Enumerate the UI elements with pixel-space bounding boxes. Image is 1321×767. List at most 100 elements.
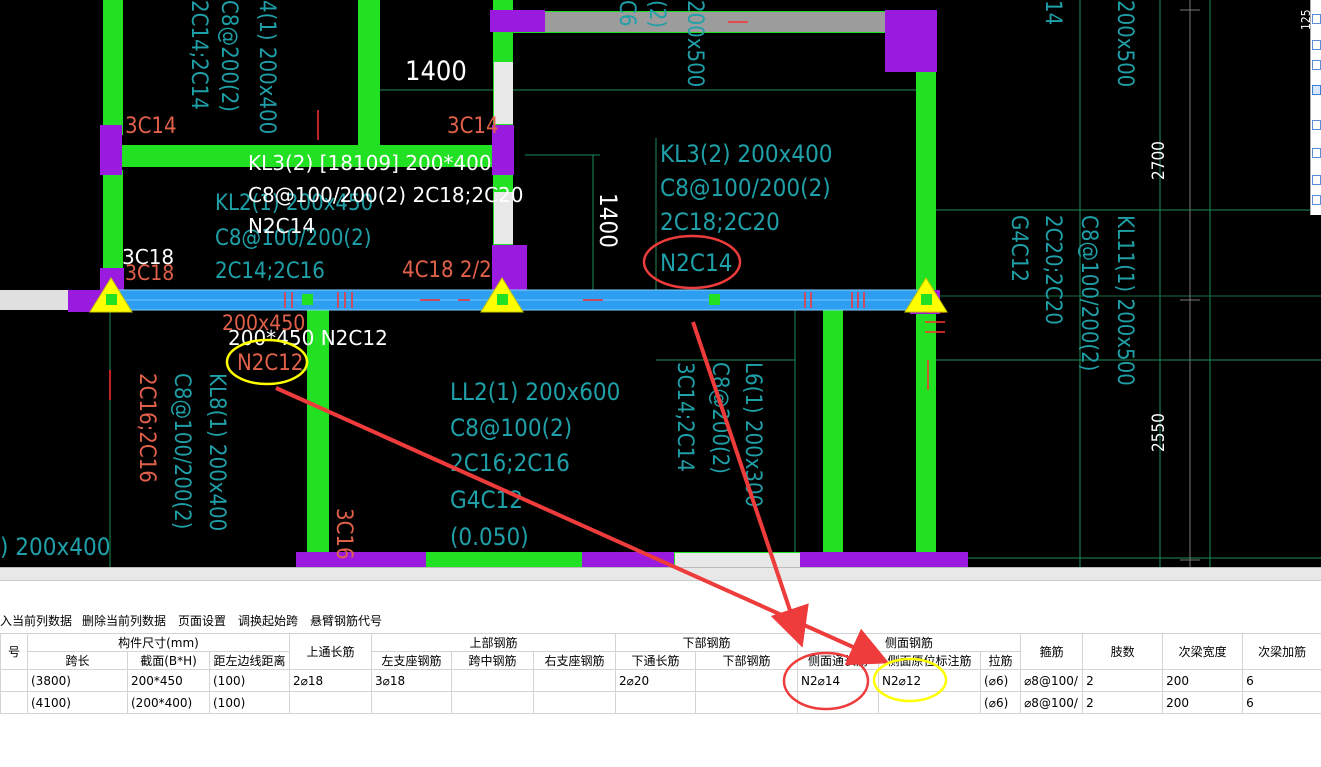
ll2-line2: C8@100(2) bbox=[450, 414, 572, 442]
cell-stirrup[interactable]: ⌀8@100/ bbox=[1020, 691, 1084, 714]
header-num: 号 bbox=[0, 633, 28, 670]
l6-line1: 3C14;2C14 bbox=[672, 362, 697, 472]
label-top-e: C6 bbox=[614, 0, 639, 26]
cell-left-seat[interactable]: 3⌀18 bbox=[371, 669, 452, 692]
cell-sec-add[interactable]: 6 bbox=[1242, 669, 1321, 692]
kl3-right-line3: 2C18;2C20 bbox=[660, 208, 780, 236]
selected-beam-label-1: KL3(2) [18109] 200*400 bbox=[248, 151, 492, 175]
cell-side-through[interactable] bbox=[797, 691, 880, 714]
kl11-line3: C8@100/200(2) bbox=[1076, 215, 1101, 371]
kl3-right-line1: KL3(2) 200x400 bbox=[660, 140, 833, 168]
panel-icon[interactable] bbox=[1312, 148, 1321, 158]
cell-top-through[interactable] bbox=[289, 691, 372, 714]
cell-right-seat[interactable] bbox=[532, 669, 617, 692]
panel-icon[interactable] bbox=[1312, 85, 1321, 95]
label-3c18-white: 3C18 bbox=[122, 245, 174, 269]
beam-200x450-label: 200*450 N2C12 bbox=[228, 326, 388, 350]
label-top-i: 14 bbox=[1040, 0, 1065, 25]
header-side: 侧面钢筋 bbox=[797, 633, 1022, 652]
header-tie: 拉筋 bbox=[980, 651, 1022, 670]
cell-bottom-bar[interactable] bbox=[695, 691, 799, 714]
cell-span[interactable]: (3800) bbox=[27, 669, 128, 692]
header-bottom-through: 下通长筋 bbox=[615, 651, 697, 670]
cell-top-through[interactable]: 2⌀18 bbox=[289, 669, 372, 692]
cell-stirrup[interactable]: ⌀8@100/ bbox=[1020, 669, 1084, 692]
panel-splitter[interactable] bbox=[0, 567, 1321, 581]
table-toolbar: 入当前列数据 删除当前列数据 页面设置 调换起始跨 悬臂钢筋代号 bbox=[0, 608, 1321, 632]
cad-drawing-canvas[interactable]: 1400 1400 2700 2550 125 3C14 3C14 3C18 4… bbox=[0, 0, 1321, 567]
cell-mid-span[interactable] bbox=[451, 691, 534, 714]
panel-icon[interactable] bbox=[1312, 40, 1321, 50]
cell-bottom-bar[interactable] bbox=[695, 669, 799, 692]
kl8-line1: C8@100/200(2) bbox=[169, 373, 194, 529]
header-section: 截面(B*H) bbox=[127, 651, 210, 670]
header-offset: 距左边线距离 bbox=[209, 651, 290, 670]
label-3c14-left: 3C14 bbox=[125, 114, 177, 139]
dim-1400-top: 1400 bbox=[405, 56, 467, 87]
table-row[interactable]: (4100) (200*400) (100) (⌀6) ⌀8@100/ 2 20… bbox=[0, 691, 1321, 714]
header-bottom-bar: 下部钢筋 bbox=[695, 651, 799, 670]
delete-column-button[interactable]: 删除当前列数据 bbox=[82, 612, 166, 629]
panel-icon[interactable] bbox=[1312, 60, 1321, 70]
header-upper: 上部钢筋 bbox=[370, 633, 617, 652]
dim-2700: 2700 bbox=[1149, 141, 1169, 180]
bottom-left-label: ) 200x400 bbox=[0, 533, 110, 561]
kl3-right-line2: C8@100/200(2) bbox=[660, 174, 831, 202]
selected-beam-label-3: N2C14 bbox=[248, 214, 315, 238]
ll2-line1: LL2(1) 200x600 bbox=[450, 378, 620, 406]
cell-tie[interactable]: (⌀6) bbox=[980, 669, 1022, 692]
header-sec-width: 次梁宽度 bbox=[1162, 633, 1244, 670]
cell-tie[interactable]: (⌀6) bbox=[980, 691, 1022, 714]
label-top-g: 200x500 bbox=[682, 0, 707, 87]
cell-bottom-through[interactable]: 2⌀20 bbox=[615, 669, 697, 692]
l6-line3: L6(1) 200x300 bbox=[740, 362, 765, 507]
header-side-through: 侧面通长筋 bbox=[797, 651, 880, 670]
panel-icon[interactable] bbox=[1312, 195, 1321, 205]
cell-span[interactable]: (4100) bbox=[27, 691, 128, 714]
cell-bottom-through[interactable] bbox=[615, 691, 697, 714]
label-3c16: 3C16 bbox=[331, 508, 356, 560]
cell-sec-width[interactable]: 200 bbox=[1162, 669, 1244, 692]
kl2-line3: 2C14;2C16 bbox=[215, 259, 325, 284]
cell-side-orig[interactable]: N2⌀12 bbox=[878, 669, 982, 692]
header-stirrup: 箍筋 bbox=[1020, 633, 1084, 670]
swap-start-span-button[interactable]: 调换起始跨 bbox=[238, 612, 298, 629]
cell-num[interactable] bbox=[0, 669, 28, 692]
cell-num[interactable] bbox=[0, 691, 28, 714]
header-lower: 下部钢筋 bbox=[615, 633, 799, 652]
cell-offset[interactable]: (100) bbox=[209, 669, 290, 692]
cell-offset[interactable]: (100) bbox=[209, 691, 290, 714]
kl11-line1: G4C12 bbox=[1006, 215, 1031, 282]
cell-left-seat[interactable] bbox=[371, 691, 452, 714]
cell-legs[interactable]: 2 bbox=[1082, 669, 1164, 692]
cell-section[interactable]: (200*400) bbox=[127, 691, 210, 714]
panel-icon[interactable] bbox=[1312, 120, 1321, 130]
beam-n2c12-label: N2C12 bbox=[237, 351, 303, 376]
header-legs: 肢数 bbox=[1082, 633, 1164, 670]
ll2-line3: 2C16;2C16 bbox=[450, 449, 570, 477]
kl8-line2: KL8(1) 200x400 bbox=[204, 373, 229, 531]
label-3c14-mid: 3C14 bbox=[447, 114, 499, 139]
ll2-line5: (0.050) bbox=[450, 523, 529, 551]
cantilever-code-button[interactable]: 悬臂钢筋代号 bbox=[310, 612, 382, 629]
header-mid-span: 跨中钢筋 bbox=[451, 651, 534, 670]
right-side-toolbar bbox=[1310, 0, 1321, 215]
kl11-line4: KL11(1) 200x500 bbox=[1112, 215, 1137, 386]
page-setup-button[interactable]: 页面设置 bbox=[178, 612, 226, 629]
insert-column-button[interactable]: 入当前列数据 bbox=[0, 612, 72, 629]
cell-side-orig[interactable] bbox=[878, 691, 982, 714]
label-top-b: 2C14;2C14 bbox=[186, 0, 211, 110]
cell-section[interactable]: 200*450 bbox=[127, 669, 210, 692]
kl3-right-line4: N2C14 bbox=[660, 249, 732, 277]
cell-side-through[interactable]: N2⌀14 bbox=[797, 669, 880, 692]
ll2-line4: G4C12 bbox=[450, 486, 523, 514]
panel-icon[interactable] bbox=[1312, 175, 1321, 185]
label-top-f: (2) bbox=[644, 0, 669, 28]
panel-icon[interactable] bbox=[1312, 14, 1321, 24]
cell-sec-width[interactable]: 200 bbox=[1162, 691, 1244, 714]
cell-mid-span[interactable] bbox=[451, 669, 534, 692]
cell-legs[interactable]: 2 bbox=[1082, 691, 1164, 714]
cell-right-seat[interactable] bbox=[532, 691, 617, 714]
table-row[interactable]: (3800) 200*450 (100) 2⌀18 3⌀18 2⌀20 N2⌀1… bbox=[0, 669, 1321, 692]
cell-sec-add[interactable]: 6 bbox=[1242, 691, 1321, 714]
